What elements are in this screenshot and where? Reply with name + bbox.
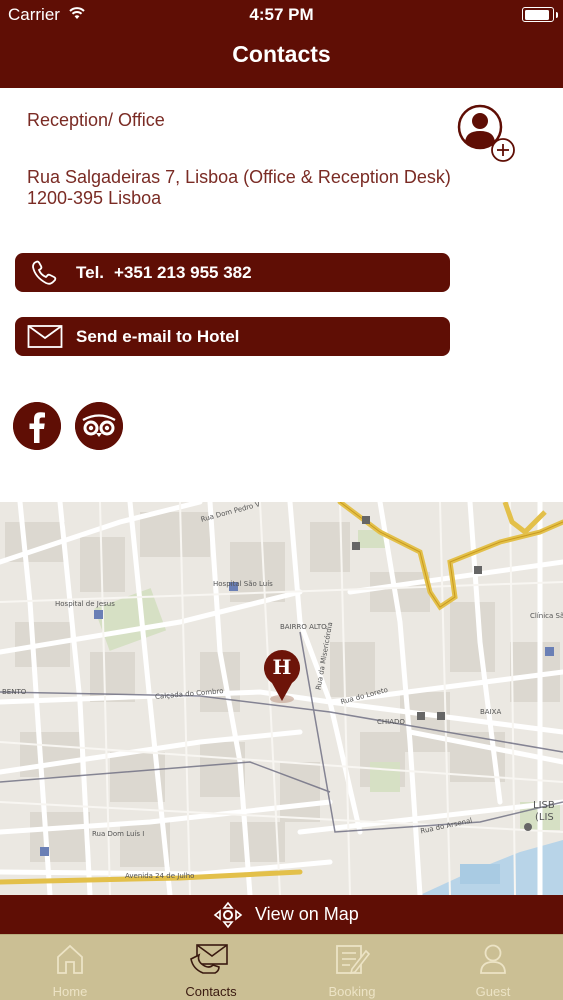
facebook-icon[interactable] bbox=[13, 402, 61, 450]
map-label-hospital-de-jesus: Hospital de Jesus bbox=[55, 600, 115, 608]
status-time: 4:57 PM bbox=[249, 5, 314, 24]
home-icon bbox=[57, 944, 83, 974]
contact-panel: Reception/ Office Rua Salgadeiras 7, Lis… bbox=[0, 88, 563, 502]
email-button-label: Send e-mail to Hotel bbox=[76, 327, 240, 346]
map-label-clinica: Clínica São Cris bbox=[530, 612, 563, 620]
map-label-lisboa-2: (LIS bbox=[535, 812, 554, 823]
phone-number: +351 213 955 382 bbox=[114, 263, 252, 282]
address-block: Rua Salgadeiras 7, Lisboa (Office & Rece… bbox=[27, 167, 451, 209]
view-on-map-button[interactable]: View on Map bbox=[0, 895, 563, 934]
tab-contacts[interactable]: Contacts bbox=[141, 935, 281, 1000]
hotel-map-pin[interactable]: H bbox=[260, 647, 304, 703]
map-label-bairro-alto: BAIRRO ALTO bbox=[280, 623, 327, 631]
battery-icon bbox=[522, 7, 554, 22]
location-target-icon bbox=[213, 901, 243, 929]
map-label-rua-dom-luis: Rua Dom Luís I bbox=[92, 830, 145, 838]
map-label-baixa: BAIXA bbox=[480, 708, 502, 716]
booking-icon bbox=[336, 945, 370, 975]
view-on-map-label: View on Map bbox=[255, 904, 359, 924]
map-label-bento: BENTO bbox=[2, 688, 27, 696]
tab-home-label: Home bbox=[52, 984, 88, 999]
mail-icon bbox=[27, 325, 63, 348]
tab-contacts-label: Contacts bbox=[185, 984, 237, 999]
tab-guest[interactable]: Guest bbox=[423, 935, 563, 1000]
page-title: Contacts bbox=[232, 41, 331, 67]
tab-booking[interactable]: Booking bbox=[282, 935, 422, 1000]
email-button[interactable]: Send e-mail to Hotel bbox=[15, 317, 450, 356]
tab-booking-label: Booking bbox=[328, 984, 376, 999]
header-bar: Carrier 4:57 PM Contacts bbox=[0, 0, 563, 88]
section-label: Reception/ Office bbox=[27, 110, 165, 130]
call-button[interactable]: Tel. +351 213 955 382 bbox=[15, 253, 450, 292]
battery-tip bbox=[555, 12, 558, 18]
add-contact-icon[interactable] bbox=[456, 104, 518, 164]
battery-level bbox=[524, 9, 550, 20]
tripadvisor-icon[interactable] bbox=[75, 402, 123, 450]
map-label-chiado: CHIADO bbox=[377, 718, 405, 726]
call-button-label: Tel. +351 213 955 382 bbox=[76, 263, 252, 283]
map-label-hospital-sao-luis: Hospital São Luís bbox=[213, 580, 273, 588]
address-line-2: 1200-395 Lisboa bbox=[27, 188, 162, 208]
tab-bar: Home Contacts Booking Guest bbox=[0, 934, 563, 1000]
map-label-av-24-julho: Avenida 24 de Julho bbox=[125, 872, 195, 880]
contacts-icon bbox=[190, 944, 228, 974]
status-bar: Carrier 4:57 PM bbox=[0, 0, 563, 30]
tab-guest-label: Guest bbox=[475, 984, 511, 999]
guest-icon bbox=[480, 944, 506, 974]
tab-home[interactable]: Home bbox=[0, 935, 140, 1000]
phone-prefix: Tel. bbox=[76, 263, 105, 282]
map-pin-letter: H bbox=[272, 655, 292, 679]
map-label-lisboa: LISB bbox=[533, 800, 555, 811]
address-line-1: Rua Salgadeiras 7, Lisboa (Office & Rece… bbox=[27, 167, 451, 187]
phone-icon bbox=[32, 260, 57, 285]
map-view[interactable]: Hospital São Luís Hospital de Jesus BAIR… bbox=[0, 502, 563, 895]
